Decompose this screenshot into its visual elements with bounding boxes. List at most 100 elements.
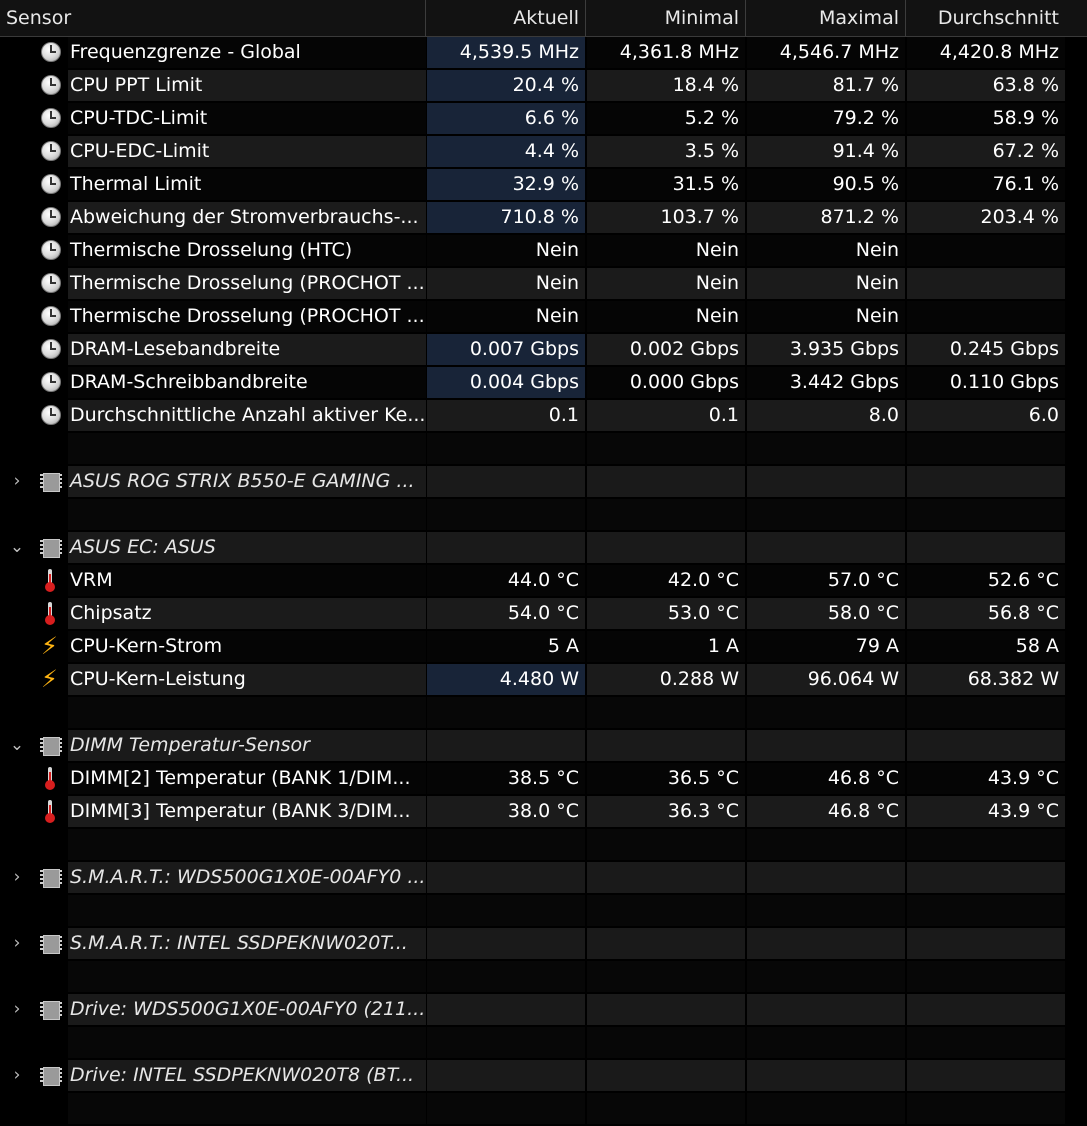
sensor-row[interactable]: Frequenzgrenze - Global 4,539.5 MHz 4,361.… (0, 37, 1087, 70)
sensor-group-row[interactable]: › Drive: WDS500G1X0E-00AFY0 (211... (0, 994, 1087, 1027)
blank-cell (747, 532, 905, 563)
sensor-row[interactable]: Abweichung der Stromverbrauchs-... 710.8 … (0, 202, 1087, 235)
value-max: 4,546.7 MHz (747, 37, 905, 68)
group-label: ASUS EC: ASUS (68, 532, 426, 563)
column-header-min[interactable]: Minimal (587, 0, 739, 36)
chevron-down-icon[interactable]: ⌄ (8, 532, 26, 563)
value-max: 3.935 Gbps (747, 334, 905, 365)
blank-cell (907, 532, 1065, 563)
blank-cell (587, 697, 745, 728)
chevron-down-icon[interactable]: ⌄ (8, 730, 26, 761)
value-current: 5 A (427, 631, 585, 662)
sensor-label: DRAM-Lesebandbreite (68, 334, 426, 365)
sensor-row[interactable]: DRAM-Schreibbandbreite 0.004 Gbps 0.000 Gb… (0, 367, 1087, 400)
sensor-label: Abweichung der Stromverbrauchs-... (68, 202, 426, 233)
value-min: 42.0 °C (587, 565, 745, 596)
blank-cell (747, 499, 905, 530)
value-max: 79.2 % (747, 103, 905, 134)
sensor-group-row[interactable]: › Drive: INTEL SSDPEKNW020T8 (BT... (0, 1060, 1087, 1093)
sensor-label: CPU-Kern-Leistung (68, 664, 426, 695)
blank-cell (747, 994, 905, 1025)
sensor-group-row[interactable]: ⌄ ASUS EC: ASUS (0, 532, 1087, 565)
blank-cell (907, 895, 1065, 926)
value-current: 54.0 °C (427, 598, 585, 629)
lightning-bolt-icon: ⚡ (41, 665, 58, 693)
blank-cell (427, 994, 585, 1025)
sensor-row[interactable]: DIMM[2] Temperatur (BANK 1/DIM... 38.5 °C… (0, 763, 1087, 796)
blank-cell (427, 466, 585, 497)
chevron-right-icon[interactable]: › (8, 862, 26, 893)
sensor-label: Frequenzgrenze - Global (68, 37, 426, 68)
clock-icon (40, 239, 62, 261)
blank-cell (427, 1093, 585, 1124)
sensor-label: DRAM-Schreibbandbreite (68, 367, 426, 398)
value-current: 6.6 % (427, 103, 585, 134)
chevron-right-icon[interactable]: › (8, 1060, 26, 1091)
sensor-row[interactable]: Durchschnittliche Anzahl aktiver Ke... 0.… (0, 400, 1087, 433)
sensor-label: CPU-EDC-Limit (68, 136, 426, 167)
blank-cell (427, 1060, 585, 1091)
clock-icon (40, 371, 62, 393)
blank-cell (587, 895, 745, 926)
clock-icon (40, 173, 62, 195)
sensor-group-row[interactable]: › S.M.A.R.T.: INTEL SSDPEKNW020T... (0, 928, 1087, 961)
blank-cell (907, 433, 1065, 464)
sensor-row[interactable]: Thermische Drosselung (PROCHOT ... Nein Ne… (0, 301, 1087, 334)
sensor-row[interactable]: Thermische Drosselung (PROCHOT ... Nein Ne… (0, 268, 1087, 301)
blank-cell (747, 730, 905, 761)
sensor-row[interactable]: DRAM-Lesebandbreite 0.007 Gbps 0.002 Gbps 3… (0, 334, 1087, 367)
value-average: 6.0 (907, 400, 1065, 431)
spacer-row (0, 1093, 1087, 1126)
column-divider[interactable] (585, 0, 586, 36)
sensor-group-row[interactable]: › ASUS ROG STRIX B550-E GAMING ... (0, 466, 1087, 499)
blank-cell (587, 829, 745, 860)
value-min: 5.2 % (587, 103, 745, 134)
sensor-row[interactable]: ⚡ CPU-Kern-Strom 5 A1 A 79 A 58 A (0, 631, 1087, 664)
sensor-row[interactable]: CPU-EDC-Limit 4.4 % 3.5 % 91.4 % 67.2 % (0, 136, 1087, 169)
spacer-row (0, 895, 1087, 928)
value-current: 0.007 Gbps (427, 334, 585, 365)
blank-cell (907, 961, 1065, 992)
column-header-sensor[interactable]: Sensor (6, 0, 71, 36)
value-min: Nein (587, 301, 745, 332)
sensor-row[interactable]: Thermal Limit 32.9 % 31.5 % 90.5 % 76.1 % (0, 169, 1087, 202)
blank-cell (427, 499, 585, 530)
column-header-average[interactable]: Durchschnitt (907, 0, 1059, 36)
blank-cell (907, 994, 1065, 1025)
value-min: 31.5 % (587, 169, 745, 200)
value-max: 96.064 W (747, 664, 905, 695)
blank-cell (747, 829, 905, 860)
sensor-row[interactable]: VRM 44.0 °C 42.0 °C 57.0 °C 52.6 °C (0, 565, 1087, 598)
sensor-label: VRM (68, 565, 426, 596)
spacer-row (0, 1027, 1087, 1060)
chevron-right-icon[interactable]: › (8, 928, 26, 959)
sensor-row[interactable]: DIMM[3] Temperatur (BANK 3/DIM... 38.0 °C… (0, 796, 1087, 829)
thermometer-icon (44, 602, 66, 625)
value-min: 1 A (587, 631, 745, 662)
column-divider[interactable] (745, 0, 746, 36)
sensor-row[interactable]: ⚡ CPU-Kern-Leistung 4.480 W 0.288 W 96.064 W… (0, 664, 1087, 697)
column-header-current[interactable]: Aktuell (427, 0, 579, 36)
group-label: S.M.A.R.T.: WDS500G1X0E-00AFY0 ... (68, 862, 426, 893)
sensor-row[interactable]: CPU PPT Limit 20.4 % 18.4 % 81.7 % 63.8 % (0, 70, 1087, 103)
chevron-right-icon[interactable]: › (8, 994, 26, 1025)
chevron-right-icon[interactable]: › (8, 466, 26, 497)
value-max: Nein (747, 235, 905, 266)
sensor-row[interactable]: Thermische Drosselung (HTC) Nein Nein Nein (0, 235, 1087, 268)
value-max: 8.0 (747, 400, 905, 431)
column-divider[interactable] (425, 0, 426, 36)
value-max: Nein (747, 268, 905, 299)
sensor-group-row[interactable]: ⌄ DIMM Temperatur-Sensor (0, 730, 1087, 763)
group-label: ASUS ROG STRIX B550-E GAMING ... (68, 466, 426, 497)
sensor-row[interactable]: CPU-TDC-Limit 6.6 % 5.2 % 79.2 % 58.9 % (0, 103, 1087, 136)
blank-cell (907, 1027, 1065, 1058)
spacer-row (0, 433, 1087, 466)
blank-cell (68, 499, 426, 530)
column-divider[interactable] (905, 0, 906, 36)
column-header-max[interactable]: Maximal (747, 0, 899, 36)
thermometer-icon (44, 800, 66, 823)
blank-cell (68, 1027, 426, 1058)
sensor-row[interactable]: Chipsatz 54.0 °C 53.0 °C 58.0 °C 56.8 °C (0, 598, 1087, 631)
blank-cell (68, 433, 426, 464)
sensor-group-row[interactable]: › S.M.A.R.T.: WDS500G1X0E-00AFY0 ... (0, 862, 1087, 895)
